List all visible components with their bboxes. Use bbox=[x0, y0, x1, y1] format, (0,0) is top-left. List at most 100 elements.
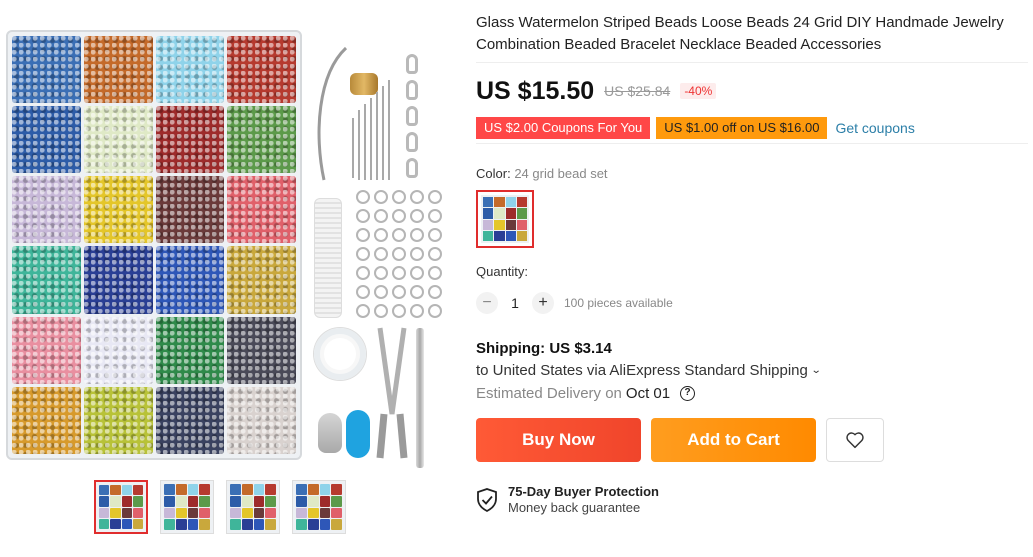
thumb-cell bbox=[187, 495, 199, 507]
jump-ring bbox=[428, 266, 442, 280]
thumb-cell bbox=[331, 507, 342, 519]
bead-compartment bbox=[227, 176, 296, 244]
jump-ring bbox=[374, 190, 388, 204]
thumb-cell bbox=[331, 519, 342, 530]
product-page: Glass Watermelon Striped Beads Loose Bea… bbox=[0, 0, 1033, 557]
available-count: 100 pieces available bbox=[564, 296, 673, 310]
jump-ring bbox=[356, 190, 370, 204]
quantity-value[interactable]: 1 bbox=[498, 295, 532, 311]
thumb-cell bbox=[296, 519, 307, 530]
question-circle-icon[interactable]: ? bbox=[680, 386, 696, 401]
lobster-clasp-icon bbox=[406, 80, 418, 100]
divider bbox=[476, 143, 1028, 144]
thumb-cell bbox=[265, 484, 276, 495]
quantity-increase-button[interactable]: + bbox=[532, 292, 554, 314]
jump-ring bbox=[374, 247, 388, 261]
thumb-cell bbox=[296, 484, 307, 495]
thread-spool-icon bbox=[314, 198, 342, 318]
thumb-cell bbox=[307, 484, 319, 495]
thumbnail-3[interactable] bbox=[226, 480, 280, 534]
elastic-cord-icon bbox=[314, 328, 366, 380]
bead-compartment bbox=[83, 176, 153, 244]
shipping-destination-text: to United States via AliExpress Standard… bbox=[476, 362, 808, 379]
thumb-cell bbox=[121, 507, 132, 518]
thumb-cell bbox=[121, 496, 132, 507]
jump-ring bbox=[428, 304, 442, 318]
thumb-cell bbox=[319, 495, 331, 507]
jump-ring bbox=[374, 228, 388, 242]
main-product-image[interactable] bbox=[0, 20, 450, 470]
lobster-clasp-icon bbox=[406, 158, 418, 178]
jump-ring bbox=[392, 209, 406, 223]
jump-ring bbox=[356, 228, 370, 242]
thumb-cell bbox=[199, 519, 210, 530]
thumb-cell bbox=[175, 519, 187, 530]
thumb-cell bbox=[307, 507, 319, 519]
bead-compartment bbox=[83, 386, 153, 454]
product-title: Glass Watermelon Striped Beads Loose Bea… bbox=[476, 14, 1004, 53]
thumb-cell bbox=[253, 495, 265, 507]
bead-compartment bbox=[155, 246, 225, 314]
thumb-cell bbox=[505, 208, 516, 219]
thumb-cell bbox=[494, 208, 505, 219]
thumb-cell bbox=[241, 484, 253, 495]
lobster-clasp-icon bbox=[406, 54, 418, 74]
swatch-image bbox=[481, 195, 529, 243]
thumb-cell bbox=[516, 230, 527, 241]
color-section: Color: 24 grid bead set bbox=[476, 166, 1028, 248]
thumb-cell bbox=[494, 219, 505, 230]
thumb-cell bbox=[296, 495, 307, 507]
bead-compartment bbox=[155, 316, 225, 384]
thumb-cell bbox=[199, 484, 210, 495]
jump-ring bbox=[392, 304, 406, 318]
add-to-cart-button[interactable]: Add to Cart bbox=[651, 418, 816, 462]
buyer-protection-text: 75-Day Buyer Protection Money back guara… bbox=[508, 484, 659, 515]
thumb-cell bbox=[331, 484, 342, 495]
jump-ring bbox=[392, 190, 406, 204]
shipping-destination[interactable]: to United States via AliExpress Standard… bbox=[476, 362, 1028, 379]
jump-ring bbox=[356, 266, 370, 280]
jump-ring bbox=[428, 190, 442, 204]
jump-ring bbox=[392, 228, 406, 242]
coupon-for-you[interactable]: US $2.00 Coupons For You bbox=[476, 117, 651, 139]
thumb-cell bbox=[230, 519, 241, 530]
jump-ring bbox=[428, 285, 442, 299]
quantity-decrease-button[interactable]: − bbox=[476, 292, 498, 314]
thumb-cell bbox=[494, 197, 505, 208]
thumb-cell bbox=[164, 484, 175, 495]
thumb-cell bbox=[132, 496, 143, 507]
thumb-cell bbox=[307, 495, 319, 507]
jump-ring bbox=[374, 209, 388, 223]
thumb-cell bbox=[241, 495, 253, 507]
jump-ring bbox=[428, 228, 442, 242]
estimated-delivery: Estimated Delivery on Oct 01 ? bbox=[476, 385, 1028, 402]
thumb-cell bbox=[483, 230, 494, 241]
thumb-cell bbox=[164, 495, 175, 507]
shipping-cost: Shipping: US $3.14 bbox=[476, 340, 612, 357]
jump-ring bbox=[392, 247, 406, 261]
bead-compartment bbox=[83, 316, 153, 384]
thumbnail-2[interactable] bbox=[160, 480, 214, 534]
needle-icon bbox=[376, 92, 378, 180]
thumb-cell bbox=[516, 208, 527, 219]
jump-ring bbox=[392, 285, 406, 299]
get-coupons-link[interactable]: Get coupons bbox=[835, 120, 914, 136]
buy-now-button[interactable]: Buy Now bbox=[476, 418, 641, 462]
bead-compartment bbox=[227, 246, 296, 314]
thumb-cell bbox=[175, 495, 187, 507]
original-price: US $25.84 bbox=[604, 83, 671, 99]
thumb-cell bbox=[319, 519, 331, 530]
jump-ring bbox=[410, 228, 424, 242]
color-swatch-selected[interactable] bbox=[476, 190, 534, 248]
thumb-cell bbox=[110, 485, 121, 496]
thumb-cell bbox=[99, 496, 110, 507]
thumbnail-4[interactable] bbox=[292, 480, 346, 534]
wishlist-button[interactable] bbox=[826, 418, 884, 462]
color-value: 24 grid bead set bbox=[514, 166, 608, 181]
jump-ring bbox=[356, 247, 370, 261]
thumbnail-1[interactable] bbox=[94, 480, 148, 534]
jump-ring bbox=[374, 304, 388, 318]
jump-ring bbox=[410, 285, 424, 299]
thumb-cell bbox=[99, 485, 110, 496]
coupon-off-threshold[interactable]: US $1.00 off on US $16.00 bbox=[656, 117, 828, 139]
